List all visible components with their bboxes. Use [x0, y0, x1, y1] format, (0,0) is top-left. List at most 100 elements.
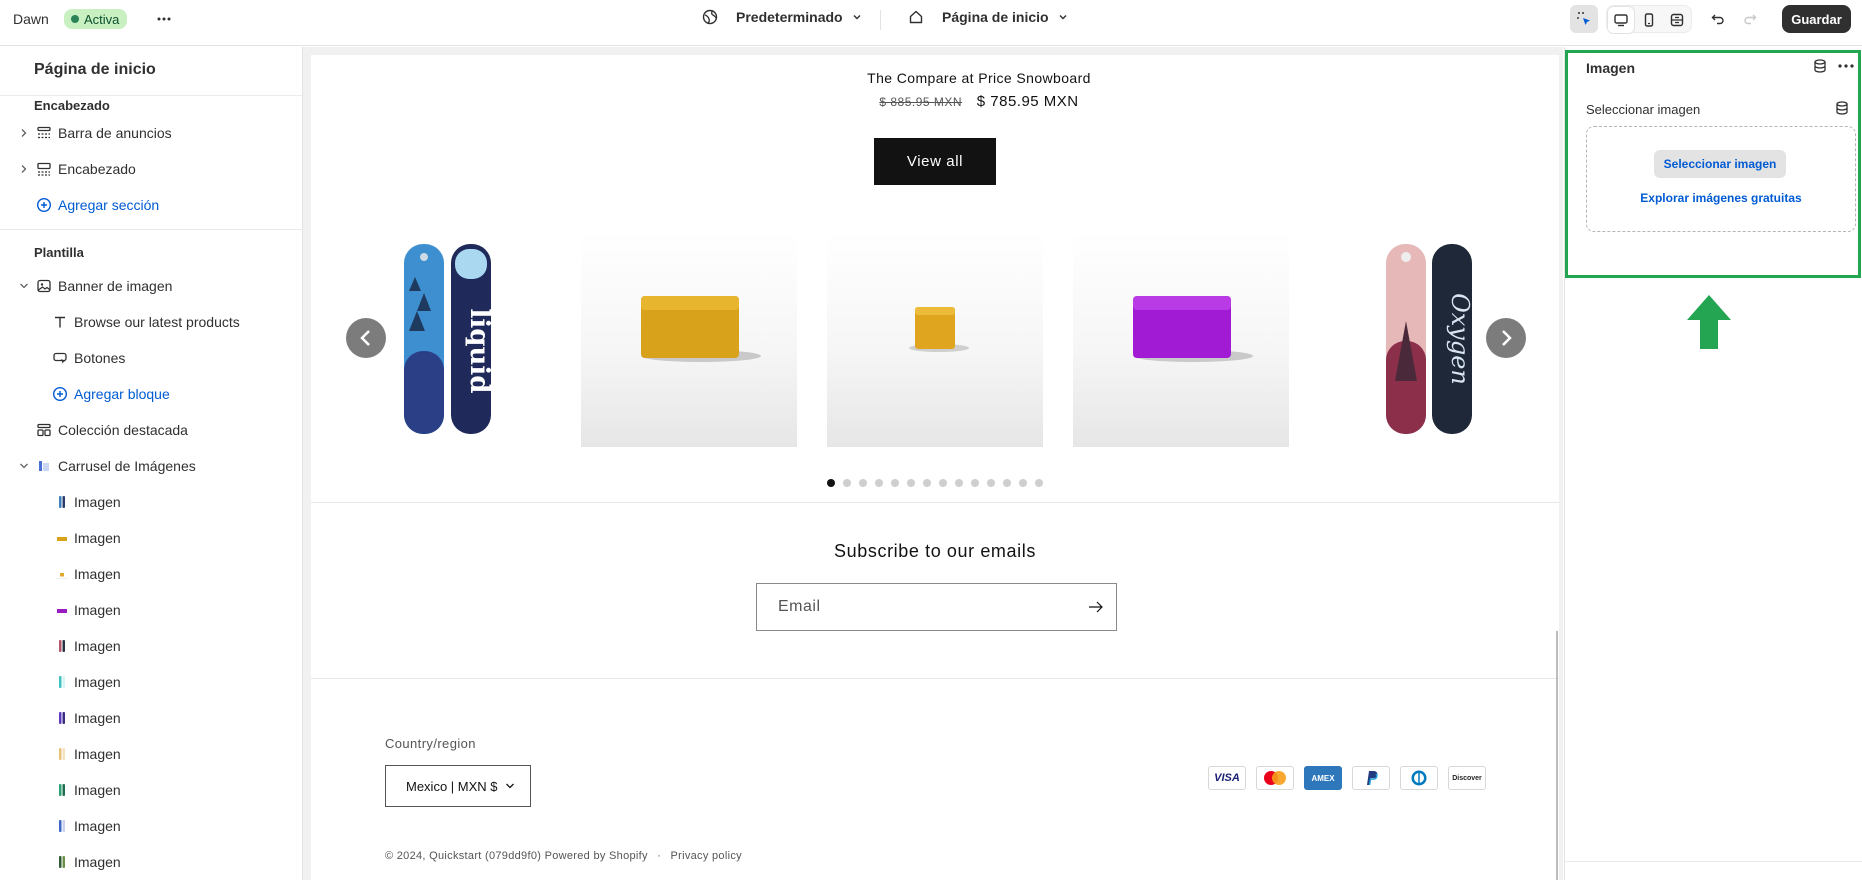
carousel-image-item[interactable]: Imagen: [0, 739, 302, 769]
plus-circle-icon: [36, 197, 52, 213]
sidebar-item-featured-collection[interactable]: Colección destacada: [0, 415, 302, 445]
chevron-right-icon[interactable]: [17, 162, 31, 176]
carousel-dot[interactable]: [1003, 479, 1011, 487]
amex-icon: AMEX: [1304, 766, 1342, 790]
storefront-preview: The Compare at Price Snowboard $ 885.95 …: [303, 47, 1563, 880]
arrow-up-icon: [1687, 295, 1731, 349]
dynamic-source-icon[interactable]: [1834, 100, 1850, 116]
discover-icon: Discover: [1448, 766, 1486, 790]
carousel-image-label: Imagen: [74, 602, 121, 618]
country-select[interactable]: Mexico | MXN $: [385, 765, 531, 807]
add-section-button[interactable]: Agregar sección: [0, 190, 302, 220]
copyright-text[interactable]: © 2024, Quickstart (079dd9f0) Powered by…: [385, 850, 648, 862]
carousel-dot[interactable]: [987, 479, 995, 487]
privacy-policy-link[interactable]: Privacy policy: [671, 850, 742, 862]
diners-icon: [1400, 766, 1438, 790]
carousel-image-item[interactable]: Imagen: [0, 775, 302, 805]
carousel-image-item[interactable]: Imagen: [0, 595, 302, 625]
snowboard-thumbnail-icon: [54, 639, 70, 653]
explore-free-images-link[interactable]: Explorar imágenes gratuitas: [1587, 191, 1855, 205]
view-all-button[interactable]: View all: [874, 138, 996, 185]
email-placeholder: Email: [778, 598, 821, 615]
snowboard-thumbnail-icon: [54, 495, 70, 509]
more-actions-icon[interactable]: [154, 9, 174, 29]
carousel-slide-wax-purple[interactable]: [1073, 231, 1289, 447]
mobile-icon[interactable]: [1635, 6, 1663, 34]
select-image-button[interactable]: Seleccionar imagen: [1654, 150, 1786, 178]
carousel-image-item[interactable]: Imagen: [0, 487, 302, 517]
sidebar-item-image-carousel[interactable]: Carrusel de Imágenes: [0, 451, 302, 481]
carousel-dot[interactable]: [907, 479, 915, 487]
carousel-image-item[interactable]: Imagen: [0, 631, 302, 661]
divider: [0, 229, 302, 230]
carousel-slide-wax-yellow[interactable]: [581, 231, 797, 447]
template-selector[interactable]: Predeterminado: [702, 9, 863, 25]
carousel-image-label: Imagen: [74, 746, 121, 762]
snowboard-image: liquid: [404, 244, 494, 434]
home-icon: [908, 9, 924, 25]
divider: [311, 678, 1559, 679]
page-selector[interactable]: Página de inicio: [908, 9, 1069, 25]
add-block-button[interactable]: Agregar bloque: [0, 379, 302, 409]
carousel-image-item[interactable]: Imagen: [0, 523, 302, 553]
carousel-slide-snowboard-liquid[interactable]: liquid: [373, 231, 589, 447]
preview-scrollbar[interactable]: [1556, 631, 1558, 880]
template-selector-label: Predeterminado: [736, 9, 843, 25]
svg-text:liquid: liquid: [464, 309, 494, 394]
block-item-text[interactable]: Browse our latest products: [0, 307, 302, 337]
wax-image: [909, 307, 969, 352]
carousel-dot[interactable]: [1035, 479, 1043, 487]
carousel-dot[interactable]: [939, 479, 947, 487]
carousel-dot[interactable]: [891, 479, 899, 487]
chevron-down-icon: [1057, 11, 1069, 23]
dynamic-source-icon[interactable]: [1812, 58, 1828, 74]
carousel-dot[interactable]: [923, 479, 931, 487]
fullscreen-icon[interactable]: [1663, 6, 1691, 34]
carousel-image-item[interactable]: Imagen: [0, 811, 302, 841]
carousel-dot[interactable]: [955, 479, 963, 487]
mastercard-icon: [1256, 766, 1294, 790]
header-layout-icon: [36, 161, 52, 177]
product-title[interactable]: The Compare at Price Snowboard: [311, 70, 1559, 86]
block-item-buttons[interactable]: Botones: [0, 343, 302, 373]
block-item-label: Browse our latest products: [74, 314, 240, 330]
carousel-dot[interactable]: [1019, 479, 1027, 487]
save-button[interactable]: Guardar: [1782, 5, 1851, 33]
chevron-down-icon[interactable]: [17, 459, 31, 473]
carousel-dot[interactable]: [827, 479, 835, 487]
sidebar-item-image-banner[interactable]: Banner de imagen: [0, 271, 302, 301]
carousel-prev-button[interactable]: [346, 318, 386, 358]
sidebar-item-announcement-bar[interactable]: Barra de anuncios: [0, 118, 302, 148]
chevron-down-icon[interactable]: [17, 279, 31, 293]
email-input[interactable]: Email: [756, 583, 1117, 631]
wax-image: [1133, 296, 1253, 362]
sidebar-item-label: Banner de imagen: [58, 278, 173, 294]
carousel-next-button[interactable]: [1486, 318, 1526, 358]
more-actions-icon[interactable]: [1837, 60, 1855, 72]
image-dropzone[interactable]: Seleccionar imagen Explorar imágenes gra…: [1586, 126, 1856, 232]
sidebar-item-header[interactable]: Encabezado: [0, 154, 302, 184]
carousel-image-item[interactable]: Imagen: [0, 847, 302, 877]
undo-icon[interactable]: [1704, 5, 1732, 33]
carousel-app-icon: [36, 458, 52, 474]
chevron-right-icon[interactable]: [17, 126, 31, 140]
carousel-image-item[interactable]: Imagen: [0, 667, 302, 697]
divider: [1565, 861, 1862, 862]
carousel-dot[interactable]: [971, 479, 979, 487]
carousel-dot[interactable]: [859, 479, 867, 487]
arrow-right-icon[interactable]: [1088, 600, 1104, 614]
status-badge: Activa: [64, 9, 128, 29]
redo-icon[interactable]: [1736, 5, 1764, 33]
snowboard-thumbnail-icon: [54, 855, 70, 869]
preview-canvas: The Compare at Price Snowboard $ 885.95 …: [311, 55, 1559, 880]
carousel-image-item[interactable]: Imagen: [0, 559, 302, 589]
carousel-image-label: Imagen: [74, 638, 121, 654]
carousel-image-item[interactable]: Imagen: [0, 703, 302, 733]
plus-circle-icon: [52, 386, 68, 402]
carousel-slide-wax-small[interactable]: [827, 231, 1043, 447]
carousel-dot[interactable]: [875, 479, 883, 487]
select-inspector-icon[interactable]: [1570, 5, 1598, 33]
desktop-icon[interactable]: [1607, 6, 1635, 34]
carousel-dot[interactable]: [843, 479, 851, 487]
sidebar-item-label: Carrusel de Imágenes: [58, 458, 196, 474]
